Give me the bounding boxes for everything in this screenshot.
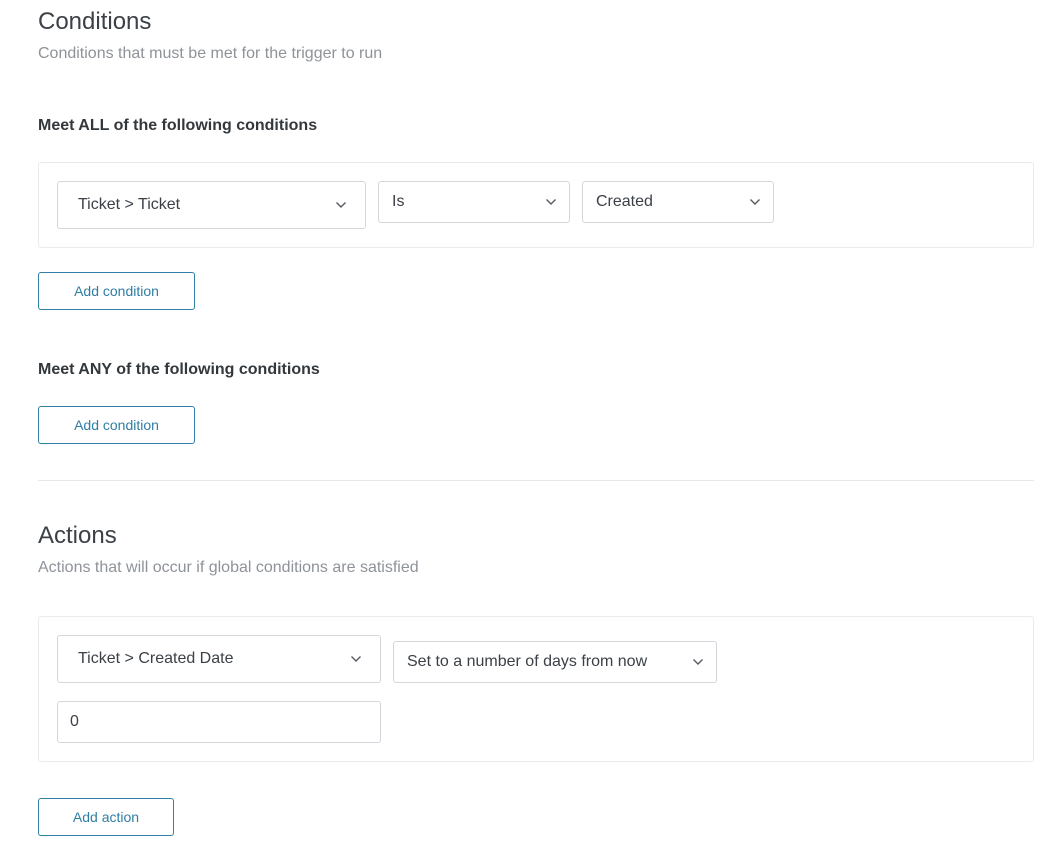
actions-title: Actions bbox=[38, 522, 117, 549]
action-operation-value: Set to a number of days from now bbox=[407, 653, 648, 670]
condition-operator-select[interactable]: Is bbox=[378, 181, 570, 223]
condition-operator-value: Is bbox=[392, 193, 405, 210]
chevron-down-icon bbox=[336, 202, 346, 208]
trigger-editor: Conditions Conditions that must be met f… bbox=[0, 0, 1048, 866]
chevron-down-icon bbox=[693, 659, 703, 665]
condition-field-select[interactable]: Ticket > Ticket bbox=[57, 181, 366, 229]
add-action-button[interactable]: Add action bbox=[38, 798, 174, 836]
chevron-down-icon bbox=[546, 199, 556, 205]
section-divider bbox=[38, 480, 1034, 481]
chevron-down-icon bbox=[351, 656, 361, 662]
add-any-condition-button[interactable]: Add condition bbox=[38, 406, 195, 444]
add-all-condition-button[interactable]: Add condition bbox=[38, 272, 195, 310]
action-days-input[interactable] bbox=[57, 701, 381, 743]
condition-value-select[interactable]: Created bbox=[582, 181, 774, 223]
actions-subtitle: Actions that will occur if global condit… bbox=[38, 559, 419, 576]
chevron-down-icon bbox=[750, 199, 760, 205]
action-field-select[interactable]: Ticket > Created Date bbox=[57, 635, 381, 683]
condition-value-value: Created bbox=[596, 193, 653, 210]
conditions-subtitle: Conditions that must be met for the trig… bbox=[38, 45, 383, 62]
action-field-value: Ticket > Created Date bbox=[78, 650, 234, 667]
any-conditions-heading: Meet ANY of the following conditions bbox=[38, 361, 320, 378]
condition-field-value: Ticket > Ticket bbox=[78, 196, 181, 213]
conditions-title: Conditions bbox=[38, 8, 152, 35]
action-operation-select[interactable]: Set to a number of days from now bbox=[393, 641, 717, 683]
all-conditions-heading: Meet ALL of the following conditions bbox=[38, 117, 318, 134]
